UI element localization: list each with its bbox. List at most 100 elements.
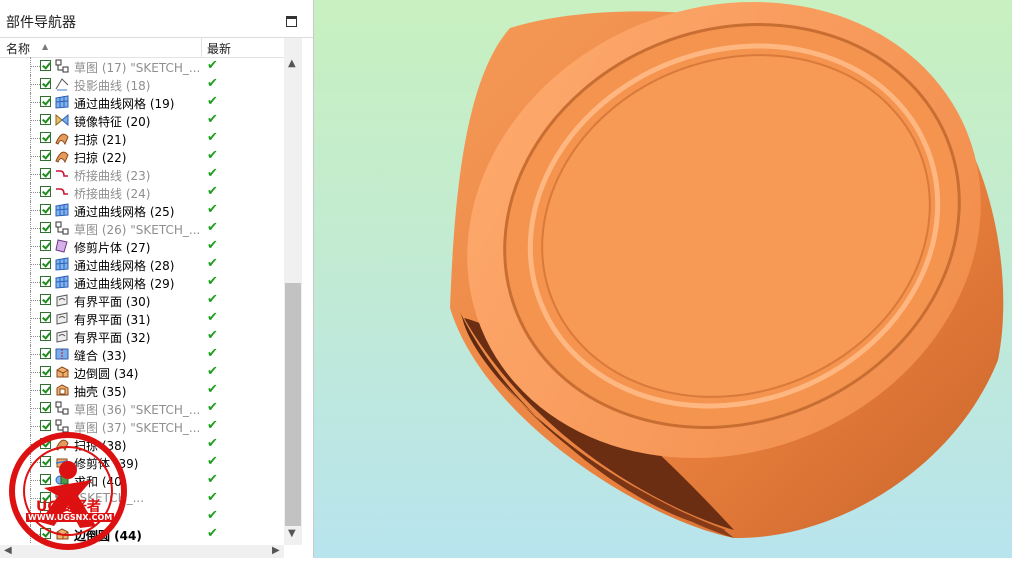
tree-row[interactable]: 扫掠 (22) ✔ bbox=[0, 147, 284, 165]
up-to-date-check-icon: ✔ bbox=[207, 490, 218, 505]
feature-label: 抽壳 (35) bbox=[74, 385, 127, 399]
tree-row[interactable]: 有界平面 (31) ✔ bbox=[0, 309, 284, 327]
curve-mesh-icon bbox=[55, 95, 69, 109]
feature-checkbox[interactable] bbox=[40, 330, 51, 341]
tree-row[interactable]: 扫掠 (21) ✔ bbox=[0, 129, 284, 147]
feature-label: 桥接曲线 (23) bbox=[74, 169, 151, 183]
feature-checkbox[interactable] bbox=[40, 402, 51, 413]
feature-checkbox[interactable] bbox=[40, 276, 51, 287]
ring-model-view[interactable] bbox=[314, 0, 1012, 558]
tree-row[interactable]: 投影曲线 (18) ✔ bbox=[0, 75, 284, 93]
feature-checkbox[interactable] bbox=[40, 294, 51, 305]
feature-checkbox[interactable] bbox=[40, 258, 51, 269]
maximize-icon[interactable] bbox=[286, 16, 297, 27]
tree-connector-tick bbox=[31, 174, 40, 175]
feature-checkbox[interactable] bbox=[40, 204, 51, 215]
feature-checkbox[interactable] bbox=[40, 366, 51, 377]
bridge-curve-icon bbox=[56, 170, 68, 177]
tree-row[interactable]: 桥接曲线 (24) ✔ bbox=[0, 183, 284, 201]
feature-label: 通过曲线网格 (25) bbox=[74, 205, 175, 219]
tree-row[interactable]: 边倒圆 (34) ✔ bbox=[0, 363, 284, 381]
curve-mesh-icon bbox=[55, 203, 69, 217]
column-name-header[interactable]: 名称 bbox=[6, 40, 30, 57]
tree-connector-tick bbox=[31, 408, 40, 409]
tree-connector-tick bbox=[31, 84, 40, 85]
tree-row[interactable]: 修剪片体 (27) ✔ bbox=[0, 237, 284, 255]
feature-label: 有界平面 (32) bbox=[74, 331, 151, 345]
tree-row[interactable]: 桥接曲线 (23) ✔ bbox=[0, 165, 284, 183]
column-separator[interactable] bbox=[201, 38, 202, 57]
curve-mesh-icon bbox=[55, 257, 69, 271]
tree-connector-tick bbox=[31, 282, 40, 283]
scroll-thumb[interactable] bbox=[285, 283, 301, 526]
tree-row[interactable]: 有界平面 (30) ✔ bbox=[0, 291, 284, 309]
tree-row[interactable]: 草图 (36) "SKETCH_... ✔ bbox=[0, 399, 284, 417]
tree-row[interactable]: 通过曲线网格 (28) ✔ bbox=[0, 255, 284, 273]
feature-checkbox[interactable] bbox=[40, 132, 51, 143]
feature-checkbox[interactable] bbox=[40, 168, 51, 179]
feature-checkbox[interactable] bbox=[40, 96, 51, 107]
up-to-date-check-icon: ✔ bbox=[207, 58, 218, 73]
tree-connector-tick bbox=[31, 264, 40, 265]
tree-row[interactable]: 缝合 (33) ✔ bbox=[0, 345, 284, 363]
swept-icon bbox=[55, 133, 69, 145]
feature-checkbox[interactable] bbox=[40, 60, 51, 71]
shell-icon bbox=[56, 384, 69, 396]
sketch-icon bbox=[55, 59, 69, 73]
tree-row[interactable]: 有界平面 (32) ✔ bbox=[0, 327, 284, 345]
feature-checkbox[interactable] bbox=[40, 150, 51, 161]
feature-label: 修剪片体 (27) bbox=[74, 241, 151, 255]
up-to-date-check-icon: ✔ bbox=[207, 220, 218, 235]
up-to-date-check-icon: ✔ bbox=[207, 328, 218, 343]
feature-label: 投影曲线 (18) bbox=[74, 79, 151, 93]
feature-label: 镜像特征 (20) bbox=[74, 115, 151, 129]
tree-row[interactable]: 抽壳 (35) ✔ bbox=[0, 381, 284, 399]
feature-checkbox[interactable] bbox=[40, 78, 51, 89]
up-to-date-check-icon: ✔ bbox=[207, 148, 218, 163]
feature-checkbox[interactable] bbox=[40, 186, 51, 197]
graphics-window[interactable] bbox=[314, 0, 1012, 558]
tree-connector-tick bbox=[31, 102, 40, 103]
up-to-date-check-icon: ✔ bbox=[207, 400, 218, 415]
feature-label: 通过曲线网格 (28) bbox=[74, 259, 175, 273]
tree-connector-tick bbox=[31, 336, 40, 337]
tree-connector-tick bbox=[31, 156, 40, 157]
up-to-date-check-icon: ✔ bbox=[207, 256, 218, 271]
swept-icon bbox=[55, 151, 69, 163]
feature-checkbox[interactable] bbox=[40, 384, 51, 395]
tree-row[interactable]: 草图 (26) "SKETCH_... ✔ bbox=[0, 219, 284, 237]
up-to-date-check-icon: ✔ bbox=[207, 292, 218, 307]
tree-row[interactable]: 草图 (17) "SKETCH_... ✔ bbox=[0, 57, 284, 75]
sort-ascending-icon: ▲ bbox=[42, 42, 49, 51]
up-to-date-check-icon: ✔ bbox=[207, 94, 218, 109]
feature-label: 有界平面 (31) bbox=[74, 313, 151, 327]
up-to-date-check-icon: ✔ bbox=[207, 382, 218, 397]
projected-curve-icon bbox=[55, 78, 69, 91]
feature-checkbox[interactable] bbox=[40, 240, 51, 251]
up-to-date-check-icon: ✔ bbox=[207, 202, 218, 217]
up-to-date-check-icon: ✔ bbox=[207, 454, 218, 469]
tree-connector-tick bbox=[31, 246, 40, 247]
column-latest-header[interactable]: 最新 bbox=[207, 40, 231, 57]
tree-connector-tick bbox=[31, 300, 40, 301]
tree-row[interactable]: 通过曲线网格 (29) ✔ bbox=[0, 273, 284, 291]
scroll-right-icon[interactable]: ▶ bbox=[272, 545, 280, 556]
tree-row[interactable]: 通过曲线网格 (19) ✔ bbox=[0, 93, 284, 111]
vertical-scrollbar[interactable]: ▲ ▼ bbox=[284, 38, 302, 545]
tree-connector-tick bbox=[31, 390, 40, 391]
feature-label: 桥接曲线 (24) bbox=[74, 187, 151, 201]
feature-checkbox[interactable] bbox=[40, 114, 51, 125]
tree-connector-tick bbox=[31, 138, 40, 139]
tree-row[interactable]: 通过曲线网格 (25) ✔ bbox=[0, 201, 284, 219]
feature-checkbox[interactable] bbox=[40, 312, 51, 323]
feature-checkbox[interactable] bbox=[40, 348, 51, 359]
tree-connector-tick bbox=[31, 120, 40, 121]
feature-checkbox[interactable] bbox=[40, 222, 51, 233]
up-to-date-check-icon: ✔ bbox=[207, 310, 218, 325]
tree-row[interactable]: 镜像特征 (20) ✔ bbox=[0, 111, 284, 129]
scroll-down-icon[interactable]: ▼ bbox=[288, 528, 296, 539]
up-to-date-check-icon: ✔ bbox=[207, 76, 218, 91]
feature-label: 缝合 (33) bbox=[74, 349, 127, 363]
scroll-up-icon[interactable]: ▲ bbox=[288, 58, 296, 69]
sew-icon bbox=[55, 348, 69, 360]
